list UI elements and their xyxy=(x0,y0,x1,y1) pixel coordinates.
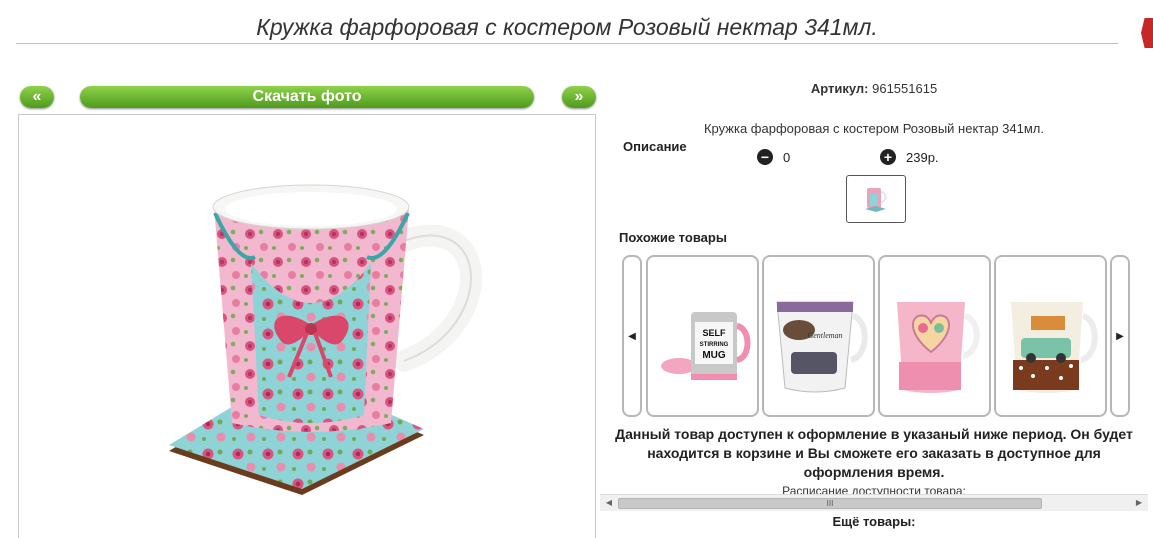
scrollbar-thumb[interactable]: III xyxy=(618,498,1042,509)
plus-icon[interactable]: + xyxy=(880,149,896,165)
download-photo-button[interactable]: Скачать фото xyxy=(80,86,534,108)
carousel-next-icon[interactable]: ▶︎ xyxy=(1110,255,1130,417)
sku-line: Артикул: 961551615 xyxy=(600,81,1148,96)
more-products-links[interactable] xyxy=(680,532,1000,538)
quantity-control: − 0 xyxy=(757,148,790,166)
availability-schedule-label: Расписание доступности товара: xyxy=(782,484,966,494)
description-label: Описание xyxy=(623,139,687,154)
sku-label: Артикул: xyxy=(810,81,869,96)
similar-item-image xyxy=(1010,302,1098,393)
product-thumbnail[interactable] xyxy=(846,175,906,223)
product-photo xyxy=(18,114,596,538)
carousel-prev-icon[interactable]: ◀︎ xyxy=(622,255,642,417)
product-description: Кружка фарфоровая с костером Розовый нек… xyxy=(703,121,1045,136)
mug-thumbnail-image xyxy=(865,188,887,212)
similar-item-gentleman-mug[interactable]: Gentleman xyxy=(762,255,875,417)
availability-notice: Данный товар доступен к оформление в ука… xyxy=(615,426,1133,480)
side-tab-icon[interactable] xyxy=(1141,18,1153,48)
similar-item-image: SELF STIRRING MUG xyxy=(660,312,750,380)
svg-text:Gentleman: Gentleman xyxy=(807,331,842,340)
similar-item-car-mug[interactable] xyxy=(994,255,1107,417)
prev-photo-button[interactable]: « xyxy=(20,86,54,108)
horizontal-scrollbar[interactable]: ◀︎ III ▶︎ xyxy=(600,494,1148,511)
minus-icon[interactable]: − xyxy=(757,149,773,165)
svg-text:SELF: SELF xyxy=(702,328,726,338)
more-products-title: Ещё товары: xyxy=(832,514,916,529)
price-value: 239р. xyxy=(906,149,939,165)
similar-item-image xyxy=(896,302,980,393)
similar-products-title: Похожие товары xyxy=(619,230,727,245)
mug-illustration xyxy=(169,184,482,495)
sku-value: 961551615 xyxy=(872,81,938,96)
scroll-right-icon[interactable]: ▶︎ xyxy=(1132,497,1146,509)
similar-item-self-stirring-mug[interactable]: SELF STIRRING MUG xyxy=(646,255,759,417)
similar-item-pink-heart-mug[interactable] xyxy=(878,255,991,417)
next-photo-button[interactable]: » xyxy=(562,86,596,108)
price-control: + 239р. xyxy=(880,148,939,166)
svg-text:STIRRING: STIRRING xyxy=(699,342,728,348)
scroll-left-icon[interactable]: ◀︎ xyxy=(602,497,616,509)
quantity-value: 0 xyxy=(783,149,791,165)
similar-item-image: Gentleman xyxy=(775,301,868,393)
page-title: Кружка фарфоровая с костером Розовый нек… xyxy=(16,14,1118,44)
svg-text:MUG: MUG xyxy=(702,350,726,361)
